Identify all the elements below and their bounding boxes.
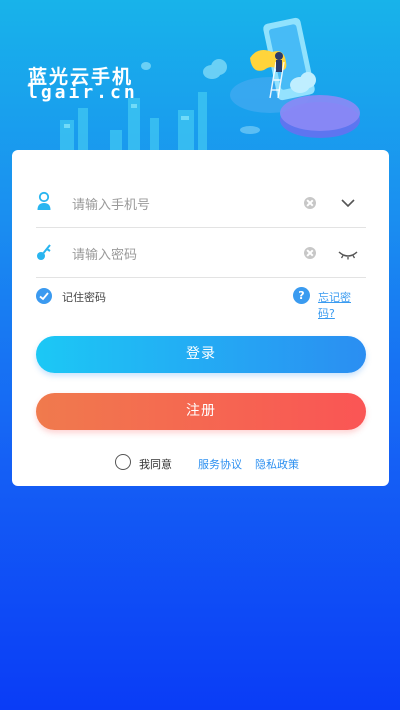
password-field[interactable]: 请输入密码	[36, 228, 366, 278]
clear-icon[interactable]	[304, 247, 316, 259]
eye-closed-icon[interactable]	[336, 243, 360, 263]
login-button[interactable]: 登录	[36, 336, 366, 373]
agree-radio[interactable]	[115, 454, 131, 470]
phone-input-placeholder[interactable]: 请输入手机号	[72, 194, 150, 213]
remember-checkbox[interactable]	[36, 288, 52, 304]
key-icon	[36, 241, 52, 263]
question-icon[interactable]: ?	[293, 287, 310, 304]
hero-banner: 蓝光云手机 lgair.cn	[0, 0, 400, 150]
agree-label[interactable]: 我同意	[139, 456, 172, 472]
login-card: 请输入手机号 请输入密码 记住密码 ? 忘记密码? 登录 注册 我同意 服务协议…	[12, 150, 389, 486]
remember-password-label[interactable]: 记住密码	[62, 289, 106, 305]
privacy-policy-link[interactable]: 隐私政策	[255, 456, 299, 472]
brand-domain: lgair.cn	[27, 82, 138, 103]
phone-field[interactable]: 请输入手机号	[36, 178, 366, 228]
user-icon	[36, 191, 52, 213]
chevron-down-icon[interactable]	[336, 193, 360, 213]
forgot-password-link[interactable]: 忘记密码?	[318, 289, 366, 321]
check-icon	[39, 292, 49, 301]
clear-icon[interactable]	[304, 197, 316, 209]
password-input-placeholder[interactable]: 请输入密码	[72, 244, 137, 263]
remember-row: 记住密码 ? 忘记密码?	[36, 287, 366, 320]
agreement-row: 我同意 服务协议 隐私政策	[115, 454, 315, 472]
register-button[interactable]: 注册	[36, 393, 366, 430]
service-agreement-link[interactable]: 服务协议	[198, 456, 242, 472]
